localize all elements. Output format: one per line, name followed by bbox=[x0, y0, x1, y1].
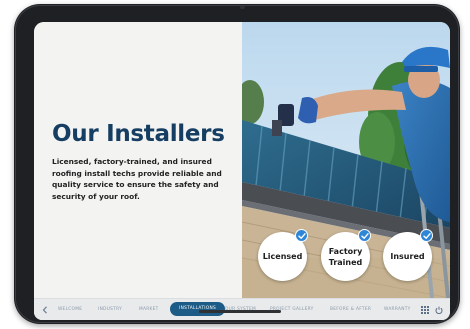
badge-factory-trained: Factory Trained bbox=[321, 229, 371, 281]
nav-item-industry[interactable]: INDUSTRY bbox=[98, 305, 122, 314]
camera-icon bbox=[240, 6, 245, 9]
nav-item-welcome[interactable]: WELCOME bbox=[58, 305, 82, 314]
nav-item-installations[interactable]: INSTALLATIONS bbox=[170, 302, 226, 316]
home-indicator[interactable] bbox=[199, 310, 281, 313]
badge-insured-label: Insured bbox=[390, 252, 425, 261]
content-panel: Our Installers Licensed, factory-trained… bbox=[34, 22, 242, 298]
power-icon[interactable] bbox=[434, 305, 443, 314]
check-icon bbox=[420, 229, 433, 242]
nav-item-market[interactable]: MARKET bbox=[139, 305, 159, 314]
nav-item-before-after[interactable]: BEFORE & AFTER bbox=[330, 305, 371, 314]
app-screen: Our Installers Licensed, factory-trained… bbox=[34, 22, 450, 320]
check-icon bbox=[295, 229, 308, 242]
grid-icon[interactable] bbox=[420, 305, 429, 314]
nav-item-warranty[interactable]: WARRANTY bbox=[384, 305, 411, 314]
check-icon bbox=[358, 229, 371, 242]
badge-insured: Insured bbox=[383, 229, 433, 281]
page-title: Our Installers bbox=[52, 121, 225, 147]
chevron-left-icon[interactable] bbox=[40, 305, 49, 314]
bottom-navigation: WELCOME INDUSTRY MARKET INSTALLATIONS OU… bbox=[34, 298, 450, 320]
page-description: Licensed, factory-trained, and insured r… bbox=[52, 157, 222, 201]
badge-licensed-label: Licensed bbox=[262, 252, 303, 261]
badge-licensed: Licensed bbox=[258, 229, 308, 281]
badge-factory-trained-label: Factory Trained bbox=[328, 246, 363, 267]
